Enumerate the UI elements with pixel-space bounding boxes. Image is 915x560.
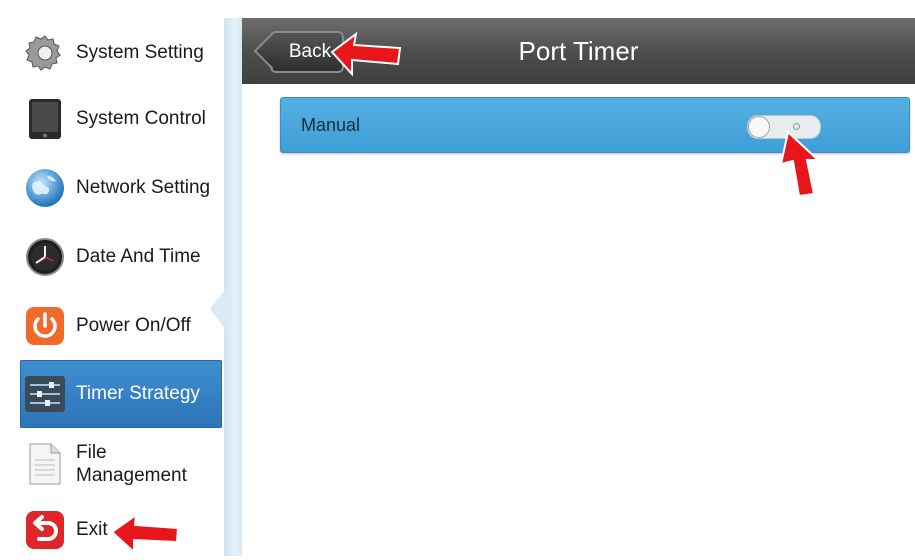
sidebar-item-label: Timer Strategy bbox=[76, 383, 200, 404]
sidebar-item-label: File Management bbox=[76, 442, 187, 486]
active-pointer bbox=[210, 283, 230, 335]
sidebar: System Setting System Control Network Se… bbox=[12, 18, 224, 556]
sidebar-item-label: Power On/Off bbox=[76, 315, 191, 336]
power-icon bbox=[24, 305, 66, 347]
sidebar-item-date-and-time[interactable]: Date And Time bbox=[20, 223, 222, 291]
gear-icon bbox=[24, 32, 66, 74]
tablet-icon bbox=[24, 98, 66, 140]
toggle-knob bbox=[748, 116, 770, 138]
back-button[interactable]: Back bbox=[270, 31, 344, 73]
sidebar-item-system-control[interactable]: System Control bbox=[20, 86, 222, 152]
app-window: System Setting System Control Network Se… bbox=[0, 0, 915, 556]
globe-icon bbox=[24, 167, 66, 209]
sidebar-item-exit[interactable]: Exit bbox=[20, 500, 222, 560]
manual-label: Manual bbox=[301, 115, 361, 135]
sidebar-item-label: Date And Time bbox=[76, 246, 201, 267]
file-icon bbox=[24, 443, 66, 485]
sidebar-item-label: System Setting bbox=[76, 42, 204, 63]
manual-row: Manual bbox=[280, 97, 910, 153]
toggle-off-indicator bbox=[793, 123, 800, 130]
sidebar-item-power-on-off[interactable]: Power On/Off bbox=[20, 292, 222, 360]
sidebar-item-network-setting[interactable]: Network Setting bbox=[20, 154, 222, 222]
exit-icon bbox=[24, 509, 66, 551]
top-margin bbox=[0, 0, 915, 18]
sidebar-item-system-setting[interactable]: System Setting bbox=[20, 18, 222, 88]
back-label: Back bbox=[288, 41, 332, 62]
sidebar-item-label: System Control bbox=[76, 108, 206, 129]
clock-icon bbox=[24, 236, 66, 278]
sidebar-item-label: Exit bbox=[76, 519, 108, 540]
sidebar-item-label: Network Setting bbox=[76, 177, 211, 198]
main-panel: Port Timer Back Manual bbox=[242, 18, 915, 556]
manual-toggle[interactable] bbox=[747, 115, 821, 139]
sliders-icon bbox=[24, 373, 66, 415]
sidebar-item-timer-strategy[interactable]: Timer Strategy bbox=[20, 360, 222, 428]
sidebar-item-file-management[interactable]: File Management bbox=[20, 432, 222, 496]
header-bar: Port Timer Back bbox=[242, 18, 915, 84]
